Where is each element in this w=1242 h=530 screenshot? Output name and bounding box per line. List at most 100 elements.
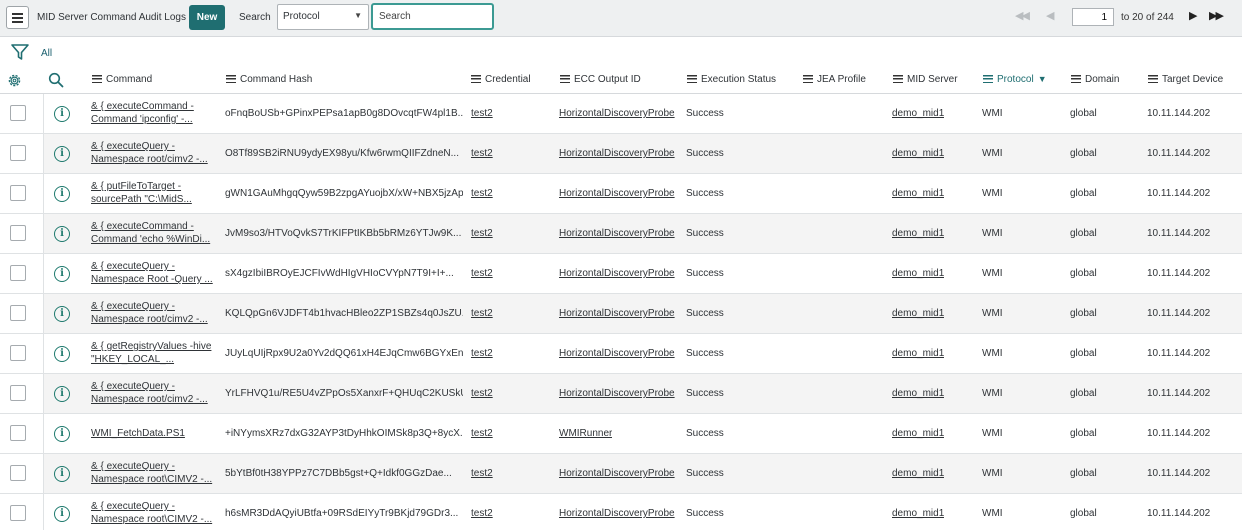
cell-command[interactable]: & { executeCommand - Command 'echo %WinDi… [91,220,216,246]
column-header-jea-profile[interactable]: JEA Profile [803,74,866,85]
funnel-icon[interactable] [10,42,30,62]
cell-ecc-output-id[interactable]: HorizontalDiscoveryProbe [559,268,675,279]
new-button[interactable]: New [189,5,225,30]
cell-ecc-output-id[interactable]: HorizontalDiscoveryProbe [559,228,675,239]
column-menu-icon[interactable] [803,75,813,83]
row-checkbox[interactable] [10,385,26,401]
cell-command[interactable]: & { executeQuery - Namespace root/cimv2 -… [91,140,216,166]
cell-ecc-output-id[interactable]: HorizontalDiscoveryProbe [559,388,675,399]
info-icon[interactable]: i [54,346,70,362]
info-icon[interactable]: i [54,146,70,162]
cell-mid-server[interactable]: demo_mid1 [892,508,944,519]
search-input[interactable] [371,3,494,30]
row-checkbox[interactable] [10,465,26,481]
info-icon[interactable]: i [54,466,70,482]
row-checkbox[interactable] [10,345,26,361]
cell-mid-server[interactable]: demo_mid1 [892,348,944,359]
row-checkbox[interactable] [10,505,26,521]
info-icon[interactable]: i [54,426,70,442]
first-page-icon[interactable]: ◀◀ [1015,9,1030,22]
row-checkbox[interactable] [10,145,26,161]
column-header-ecc-output-id[interactable]: ECC Output ID [560,74,641,85]
column-menu-icon[interactable] [560,75,570,83]
cell-mid-server[interactable]: demo_mid1 [892,268,944,279]
cell-credential[interactable]: test2 [471,268,493,279]
cell-command[interactable]: & { putFileToTarget - sourcePath "C:\MidS… [91,180,216,206]
column-header-domain[interactable]: Domain [1071,74,1119,85]
cell-command-hash: oFnqBoUSb+GPinxPEPsa1apB0g8DOvcqtFW4pl1B… [225,108,463,119]
column-header-command-hash[interactable]: Command Hash [226,74,312,85]
last-page-icon[interactable]: ▶▶ [1209,9,1224,22]
column-header-credential[interactable]: Credential [471,74,531,85]
cell-mid-server[interactable]: demo_mid1 [892,388,944,399]
gear-icon[interactable] [6,72,23,89]
cell-ecc-output-id[interactable]: HorizontalDiscoveryProbe [559,108,675,119]
cell-command[interactable]: & { getRegistryValues -hive "HKEY_LOCAL_.… [91,340,216,366]
cell-ecc-output-id[interactable]: HorizontalDiscoveryProbe [559,508,675,519]
prev-page-icon[interactable]: ◀ [1046,9,1055,22]
cell-command[interactable]: & { executeQuery - Namespace root\CIMV2 -… [91,460,216,486]
column-menu-icon[interactable] [92,75,102,83]
cell-credential[interactable]: test2 [471,428,493,439]
column-menu-icon[interactable] [1148,75,1158,83]
cell-ecc-output-id[interactable]: HorizontalDiscoveryProbe [559,188,675,199]
cell-command[interactable]: & { executeQuery - Namespace root\CIMV2 -… [91,500,216,526]
cell-ecc-output-id[interactable]: HorizontalDiscoveryProbe [559,308,675,319]
cell-command[interactable]: & { executeQuery - Namespace root/cimv2 -… [91,380,216,406]
row-checkbox[interactable] [10,265,26,281]
cell-credential[interactable]: test2 [471,108,493,119]
search-icon[interactable] [48,72,64,88]
column-menu-icon[interactable] [687,75,697,83]
next-page-icon[interactable]: ▶ [1189,9,1198,22]
cell-mid-server[interactable]: demo_mid1 [892,108,944,119]
menu-icon[interactable] [6,6,29,29]
cell-ecc-output-id[interactable]: HorizontalDiscoveryProbe [559,468,675,479]
column-menu-icon[interactable] [893,75,903,83]
row-checkbox[interactable] [10,305,26,321]
search-field-select[interactable]: Protocol ▼ [277,4,369,30]
row-checkbox[interactable] [10,185,26,201]
cell-credential[interactable]: test2 [471,148,493,159]
cell-ecc-output-id[interactable]: WMIRunner [559,428,612,439]
cell-credential[interactable]: test2 [471,228,493,239]
info-icon[interactable]: i [54,386,70,402]
cell-mid-server[interactable]: demo_mid1 [892,428,944,439]
cell-command[interactable]: & { executeQuery - Namespace Root -Query … [91,260,216,286]
cell-mid-server[interactable]: demo_mid1 [892,148,944,159]
cell-ecc-output-id[interactable]: HorizontalDiscoveryProbe [559,148,675,159]
cell-credential[interactable]: test2 [471,508,493,519]
info-icon[interactable]: i [54,506,70,522]
column-menu-icon[interactable] [471,75,481,83]
info-icon[interactable]: i [54,266,70,282]
column-menu-icon[interactable] [1071,75,1081,83]
info-icon[interactable]: i [54,306,70,322]
cell-command[interactable]: & { executeCommand - Command 'ipconfig' -… [91,100,216,126]
cell-ecc-output-id[interactable]: HorizontalDiscoveryProbe [559,348,675,359]
row-checkbox[interactable] [10,225,26,241]
cell-mid-server[interactable]: demo_mid1 [892,188,944,199]
column-header-target-device[interactable]: Target Device [1148,74,1223,85]
info-icon[interactable]: i [54,186,70,202]
row-checkbox[interactable] [10,105,26,121]
column-header-execution-status[interactable]: Execution Status [687,74,776,85]
cell-command[interactable]: WMI_FetchData.PS1 [91,427,216,440]
cell-mid-server[interactable]: demo_mid1 [892,308,944,319]
cell-mid-server[interactable]: demo_mid1 [892,228,944,239]
column-menu-icon[interactable] [226,75,236,83]
cell-mid-server[interactable]: demo_mid1 [892,468,944,479]
column-header-command[interactable]: Command [92,74,152,85]
cell-credential[interactable]: test2 [471,468,493,479]
info-icon[interactable]: i [54,226,70,242]
column-header-protocol[interactable]: Protocol ▼ [983,74,1047,85]
row-checkbox[interactable] [10,425,26,441]
column-menu-icon[interactable] [983,75,993,83]
cell-credential[interactable]: test2 [471,388,493,399]
cell-credential[interactable]: test2 [471,188,493,199]
cell-command[interactable]: & { executeQuery - Namespace root/cimv2 -… [91,300,216,326]
page-number-input[interactable] [1072,8,1114,26]
cell-credential[interactable]: test2 [471,348,493,359]
breadcrumb-all[interactable]: All [41,48,52,59]
info-icon[interactable]: i [54,106,70,122]
column-header-mid-server[interactable]: MID Server [893,74,958,85]
cell-credential[interactable]: test2 [471,308,493,319]
